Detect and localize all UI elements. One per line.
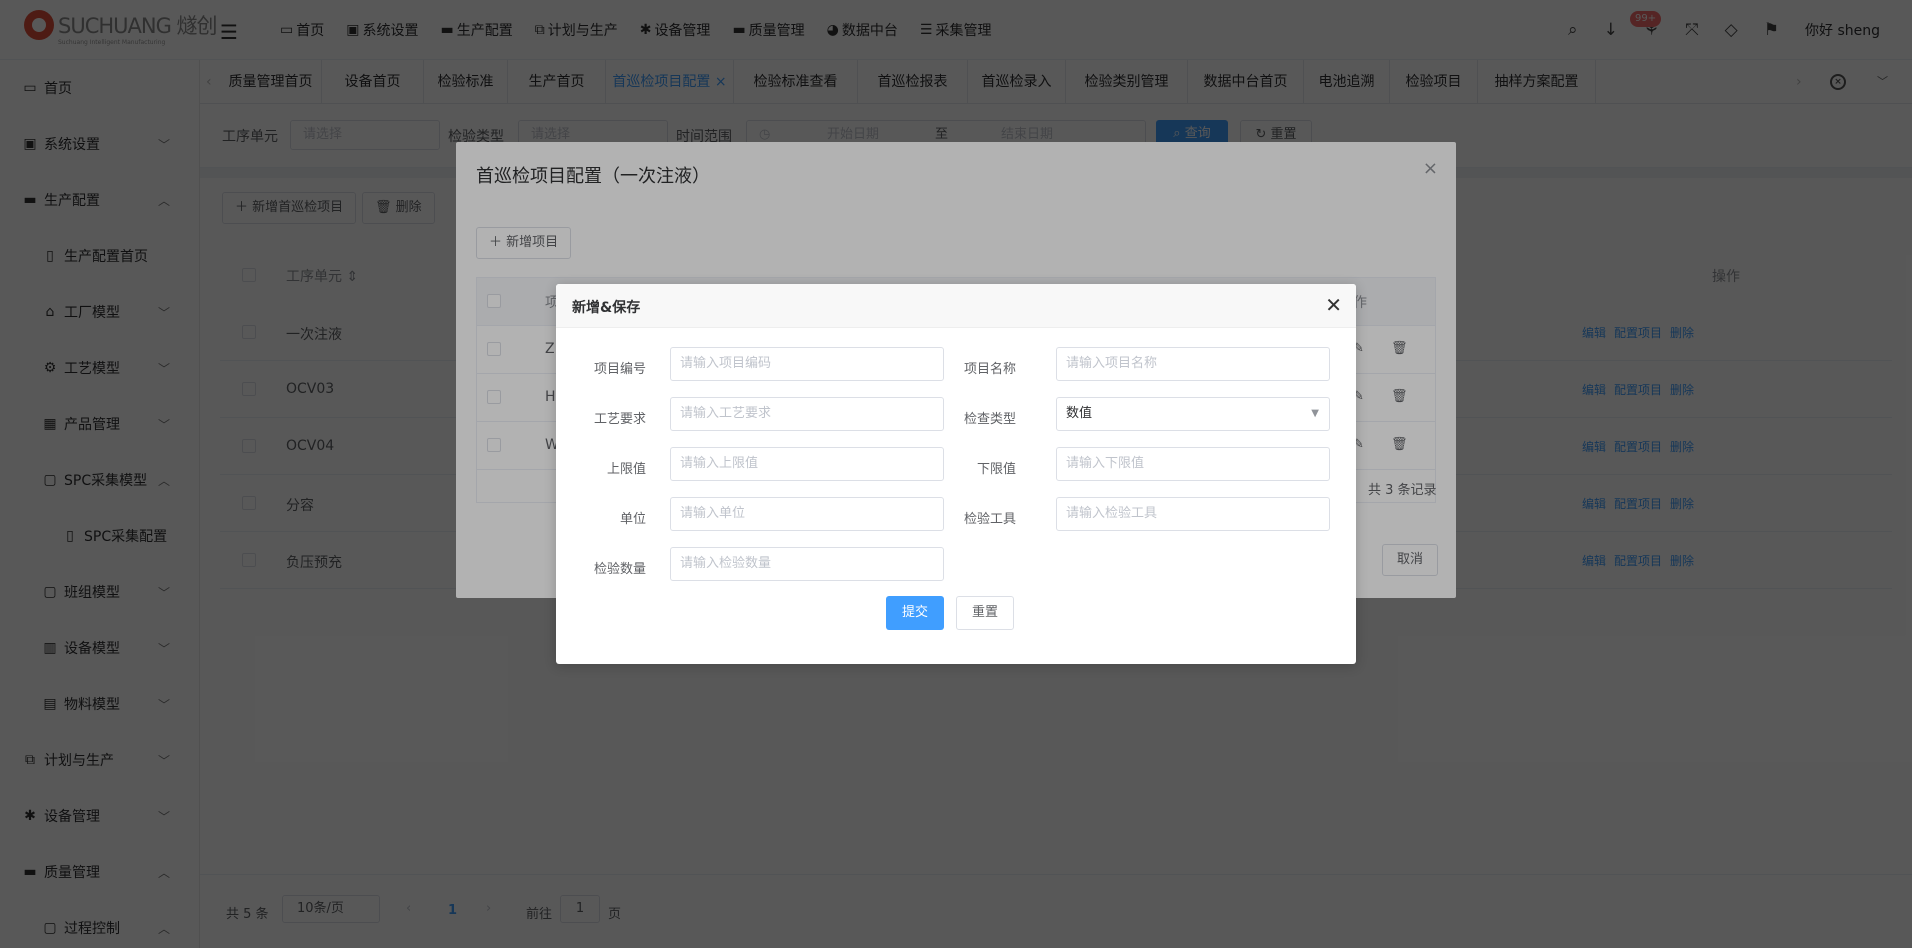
close-icon[interactable]: ✕ xyxy=(1325,293,1342,317)
submit-button[interactable]: 提交 xyxy=(886,596,944,630)
lower-label: 下限值 xyxy=(976,462,1016,477)
lower-limit-input[interactable]: 请输入下限值 xyxy=(1056,447,1330,481)
process-requirement-input[interactable]: 请输入工艺要求 xyxy=(670,397,944,431)
process-label: 工艺要求 xyxy=(593,412,646,427)
item-name-input[interactable]: 请输入项目名称 xyxy=(1056,347,1330,381)
inspection-quantity-input[interactable]: 请输入检验数量 xyxy=(670,547,944,581)
check-type-label: 检查类型 xyxy=(963,412,1016,427)
selected-value: 数值 xyxy=(1066,406,1093,421)
name-label: 项目名称 xyxy=(963,362,1016,377)
unit-input[interactable]: 请输入单位 xyxy=(670,497,944,531)
reset-button[interactable]: 重置 xyxy=(956,596,1014,630)
code-label: 项目编号 xyxy=(593,362,646,377)
upper-label: 上限值 xyxy=(606,462,646,477)
item-code-input[interactable]: 请输入项目编码 xyxy=(670,347,944,381)
add-save-dialog: 新增&保存 ✕ 项目编号 请输入项目编码 项目名称 请输入项目名称 工艺要求 请… xyxy=(556,284,1356,664)
upper-limit-input[interactable]: 请输入上限值 xyxy=(670,447,944,481)
dialog-header: 新增&保存 ✕ xyxy=(556,284,1356,328)
qty-label: 检验数量 xyxy=(593,562,646,577)
tool-label: 检验工具 xyxy=(963,512,1016,527)
check-type-select[interactable]: 数值 ▼ xyxy=(1056,397,1330,431)
unit-label: 单位 xyxy=(619,512,646,527)
dialog-title: 新增&保存 xyxy=(572,300,641,316)
inspection-tool-input[interactable]: 请输入检验工具 xyxy=(1056,497,1330,531)
caret-down-icon: ▼ xyxy=(1311,408,1319,419)
